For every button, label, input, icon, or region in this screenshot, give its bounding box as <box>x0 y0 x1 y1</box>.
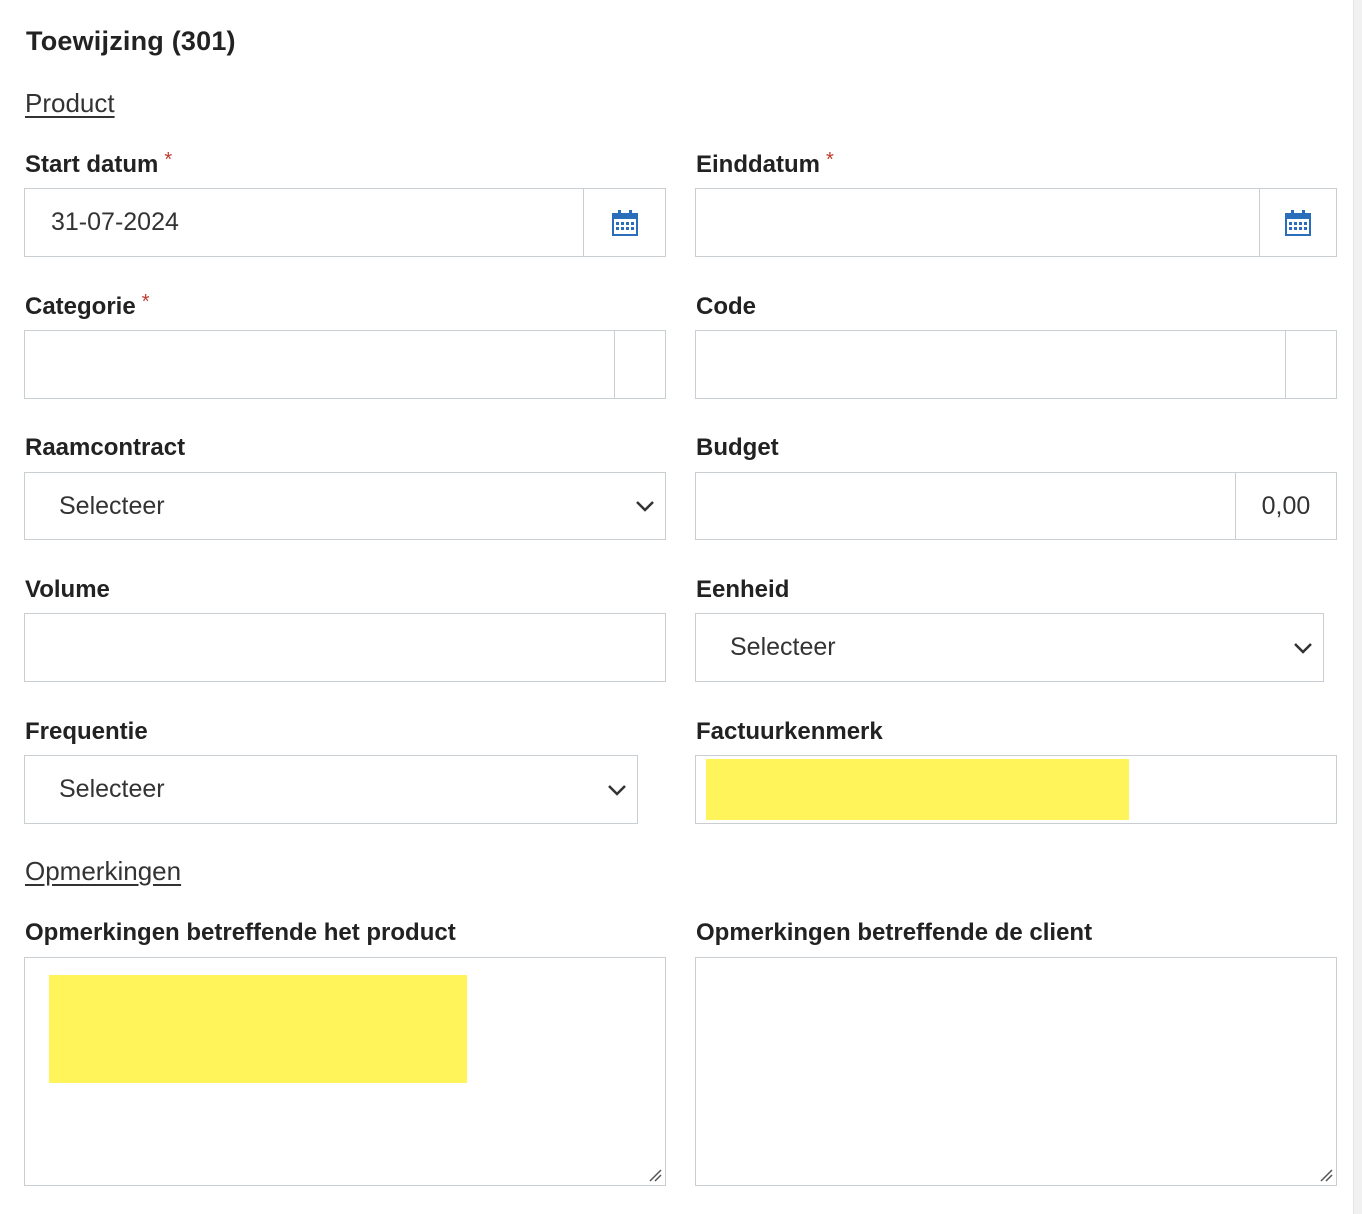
end-date-field[interactable] <box>695 188 1337 257</box>
remarks-product-textarea[interactable] <box>24 957 666 1186</box>
category-label-text: Categorie <box>25 293 136 320</box>
code-field[interactable] <box>695 330 1337 399</box>
volume-field[interactable] <box>24 613 666 682</box>
redaction-highlight <box>49 975 467 1083</box>
framework-contract-selected: Selecteer <box>59 491 165 520</box>
start-date-value[interactable]: 31-07-2024 <box>51 189 179 256</box>
redaction-highlight <box>706 759 1129 820</box>
code-lookup-button[interactable] <box>1285 331 1336 398</box>
framework-contract-select[interactable]: Selecteer <box>24 472 666 540</box>
category-label: Categorie * <box>25 291 150 321</box>
invoice-reference-field[interactable] <box>695 755 1337 824</box>
start-date-label: Start datum * <box>25 149 173 179</box>
end-date-label-text: Einddatum <box>696 151 820 178</box>
remarks-client-textarea[interactable] <box>695 957 1337 1186</box>
required-marker: * <box>141 291 150 313</box>
end-date-label: Einddatum * <box>696 149 834 179</box>
start-date-field[interactable]: 31-07-2024 <box>24 188 666 257</box>
budget-label: Budget <box>696 434 779 461</box>
category-field[interactable] <box>24 330 666 399</box>
chevron-down-icon <box>1293 614 1313 681</box>
unit-select[interactable]: Selecteer <box>695 613 1324 682</box>
required-marker: * <box>826 149 834 171</box>
resize-handle-icon[interactable] <box>648 1168 662 1182</box>
frequency-selected: Selecteer <box>59 775 165 803</box>
remarks-client-label: Opmerkingen betreffende de client <box>696 919 1093 946</box>
end-date-calendar-button[interactable] <box>1259 189 1336 256</box>
resize-handle-icon[interactable] <box>1319 1168 1333 1182</box>
category-lookup-button[interactable] <box>614 331 665 398</box>
code-label: Code <box>696 293 756 320</box>
calendar-icon <box>611 209 638 236</box>
required-marker: * <box>164 149 173 171</box>
calendar-icon <box>1285 209 1311 236</box>
frequency-select[interactable]: Selecteer <box>24 755 638 824</box>
section-link-remarks[interactable]: Opmerkingen <box>25 856 181 887</box>
unit-label: Eenheid <box>696 576 790 603</box>
frequency-label: Frequentie <box>25 718 148 745</box>
framework-contract-label: Raamcontract <box>25 434 186 461</box>
start-date-calendar-button[interactable] <box>583 189 665 256</box>
chevron-down-icon <box>607 756 627 823</box>
page-title: Toewijzing (301) <box>26 26 236 56</box>
chevron-down-icon <box>635 473 655 539</box>
section-link-product[interactable]: Product <box>25 88 115 119</box>
volume-label: Volume <box>25 576 110 603</box>
budget-addon: 0,00 <box>1235 473 1336 539</box>
unit-selected: Selecteer <box>730 633 836 661</box>
scrollbar-track[interactable] <box>1353 0 1362 1214</box>
remarks-product-label: Opmerkingen betreffende het product <box>25 919 456 946</box>
invoice-reference-label: Factuurkenmerk <box>696 718 883 745</box>
start-date-label-text: Start datum <box>25 151 159 178</box>
budget-field[interactable]: 0,00 <box>695 472 1337 540</box>
